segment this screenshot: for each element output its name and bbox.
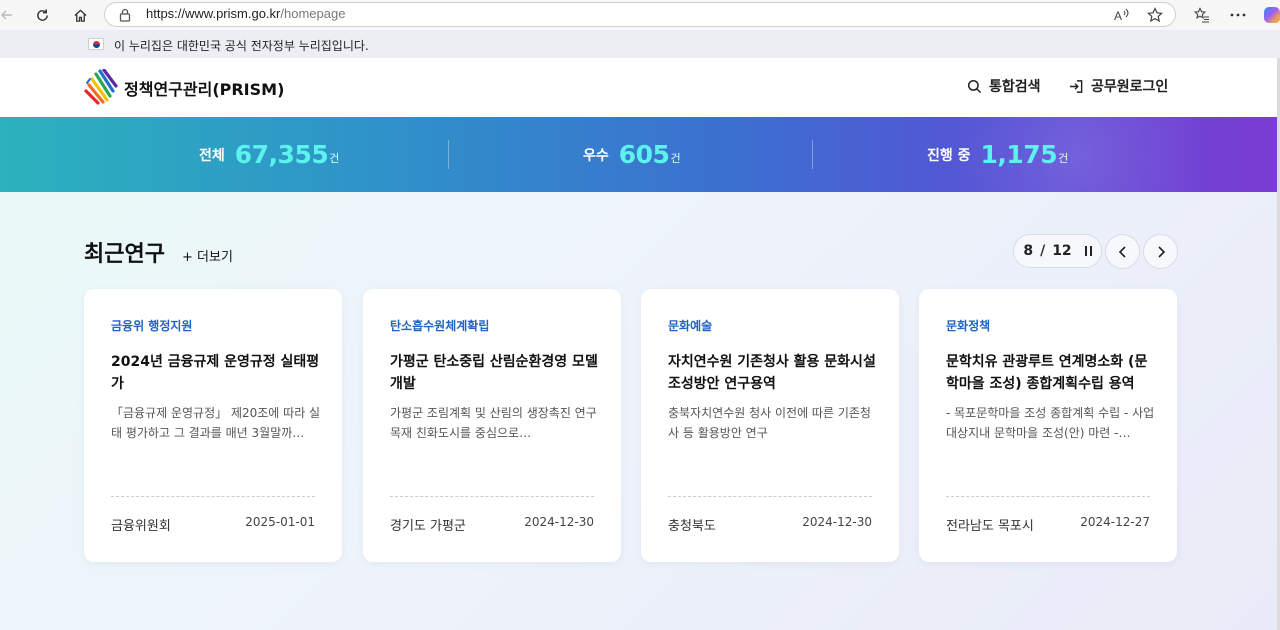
official-login-label: 공무원로그인 bbox=[1091, 79, 1169, 95]
stat-label: 우수 bbox=[583, 147, 609, 164]
home-icon[interactable] bbox=[67, 3, 93, 27]
stat-unit: 건 bbox=[670, 151, 681, 165]
card-category: 문화정책 bbox=[946, 319, 991, 333]
card-category: 탄소흡수원체계확립 bbox=[390, 319, 490, 333]
stat-excellent[interactable]: 우수 605 건 bbox=[583, 117, 681, 192]
card-date: 2024-12-30 bbox=[802, 515, 872, 529]
more-link[interactable]: + 더보기 bbox=[182, 246, 233, 265]
card-divider bbox=[668, 496, 872, 497]
research-card[interactable]: 문화정책 문학치유 관광루트 연계명소화 (문학마을 조성) 종합계획수립 용역… bbox=[919, 289, 1177, 562]
card-title: 자치연수원 기존청사 활용 문화시설 조성방안 연구용역 bbox=[668, 354, 876, 392]
card-title: 2024년 금융규제 운영규정 실태평가 bbox=[111, 354, 320, 392]
card-organization: 금융위원회 bbox=[111, 519, 171, 534]
stat-value: 605 bbox=[618, 140, 670, 169]
gov-banner-text: 이 누리집은 대한민국 공식 전자정부 누리집입니다. bbox=[114, 39, 369, 53]
research-card[interactable]: 금융위 행정지원 2024년 금융규제 운영규정 실태평가 「금융규제 운영규정… bbox=[84, 289, 342, 562]
card-description: - 목포문학마을 조성 종합계획 수립 - 사업대상지내 문학마을 조성(안) … bbox=[946, 406, 1155, 440]
pager-total: 12 bbox=[1052, 243, 1072, 259]
stat-value: 1,175 bbox=[980, 140, 1058, 169]
card-organization: 경기도 가평군 bbox=[390, 519, 466, 534]
url-path: /homepage bbox=[280, 6, 346, 21]
next-button[interactable] bbox=[1143, 234, 1178, 269]
stat-total[interactable]: 전체 67,355 건 bbox=[199, 117, 339, 192]
card-organization: 충청북도 bbox=[668, 519, 716, 534]
integrated-search-label: 통합검색 bbox=[989, 79, 1041, 95]
card-date: 2025-01-01 bbox=[245, 515, 315, 529]
stat-unit: 건 bbox=[329, 151, 340, 165]
back-icon[interactable] bbox=[0, 3, 20, 27]
stat-label: 진행 중 bbox=[927, 147, 971, 164]
prism-logo-icon[interactable] bbox=[84, 69, 118, 105]
stats-banner: 전체 67,355 건 우수 605 건 진행 중 1,175 건 bbox=[0, 117, 1277, 192]
pager-current: 8 bbox=[1023, 243, 1034, 259]
card-title: 가평군 탄소중립 산림순환경영 모델 개발 bbox=[390, 354, 598, 392]
card-date: 2024-12-30 bbox=[524, 515, 594, 529]
site-header: 정책연구관리(PRISM) 통합검색 공무원로그인 bbox=[0, 58, 1280, 117]
browser-toolbar: https://www.prism.go.kr/homepage A bbox=[0, 0, 1280, 30]
url-domain: https://www.prism.go.kr bbox=[146, 6, 281, 21]
card-divider bbox=[390, 496, 594, 497]
svg-text:A: A bbox=[1114, 9, 1122, 22]
chevron-left-icon bbox=[1118, 245, 1126, 258]
card-organization: 전라남도 목포시 bbox=[946, 519, 1034, 534]
stat-divider bbox=[448, 140, 449, 169]
reload-icon[interactable] bbox=[29, 3, 55, 27]
pause-icon[interactable] bbox=[1084, 246, 1092, 256]
card-description: 「금융규제 운영규정」 제20조에 따라 실태 평가하고 그 결과를 매년 3월… bbox=[111, 406, 321, 440]
carousel-pager: 8 / 12 bbox=[1013, 234, 1102, 268]
favorite-star-icon[interactable] bbox=[1144, 6, 1166, 24]
copilot-icon[interactable] bbox=[1258, 3, 1280, 27]
address-bar[interactable]: https://www.prism.go.kr/homepage A bbox=[104, 2, 1176, 27]
card-divider bbox=[946, 496, 1150, 497]
stat-unit: 건 bbox=[1058, 151, 1069, 165]
official-login-button[interactable]: 공무원로그인 bbox=[1068, 76, 1168, 96]
lock-icon[interactable] bbox=[119, 7, 131, 26]
card-title: 문학치유 관광루트 연계명소화 (문학마을 조성) 종합계획수립 용역 bbox=[946, 354, 1148, 392]
korea-flag-icon bbox=[88, 38, 104, 50]
prev-button[interactable] bbox=[1105, 234, 1140, 269]
card-divider bbox=[111, 496, 315, 497]
gov-banner: 이 누리집은 대한민국 공식 전자정부 누리집입니다. bbox=[0, 30, 1280, 58]
pager-separator: / bbox=[1040, 243, 1046, 259]
chevron-right-icon bbox=[1157, 245, 1165, 258]
integrated-search-button[interactable]: 통합검색 bbox=[967, 76, 1041, 96]
more-menu-icon[interactable] bbox=[1224, 3, 1252, 27]
research-card[interactable]: 문화예술 자치연수원 기존청사 활용 문화시설 조성방안 연구용역 충북자치연수… bbox=[641, 289, 899, 562]
card-category: 금융위 행정지원 bbox=[111, 319, 193, 333]
stat-in-progress[interactable]: 진행 중 1,175 건 bbox=[927, 117, 1068, 192]
recent-research-section: 최근연구 + 더보기 8 / 12 금융위 행정지원 2024년 금융규제 운영… bbox=[0, 192, 1277, 630]
section-title: 최근연구 bbox=[84, 242, 165, 267]
research-card[interactable]: 탄소흡수원체계확립 가평군 탄소중립 산림순환경영 모델 개발 가평군 조림계획… bbox=[363, 289, 621, 562]
card-description: 가평군 조림계획 및 산림의 생장촉진 연구 목재 친화도시를 중심으로… bbox=[390, 406, 597, 440]
login-icon bbox=[1069, 79, 1083, 93]
card-description: 충북자치연수원 청사 이전에 따른 기존청사 등 활용방안 연구 bbox=[668, 406, 871, 440]
card-category: 문화예술 bbox=[668, 319, 713, 333]
read-aloud-icon[interactable]: A bbox=[1111, 6, 1133, 24]
search-icon bbox=[967, 79, 982, 93]
stat-label: 전체 bbox=[199, 147, 225, 164]
stat-value: 67,355 bbox=[234, 140, 329, 169]
url-text[interactable]: https://www.prism.go.kr/homepage bbox=[146, 6, 345, 21]
favorites-list-icon[interactable] bbox=[1188, 3, 1216, 27]
site-title[interactable]: 정책연구관리(PRISM) bbox=[124, 76, 284, 100]
card-date: 2024-12-27 bbox=[1080, 515, 1150, 529]
stat-divider bbox=[812, 140, 813, 169]
